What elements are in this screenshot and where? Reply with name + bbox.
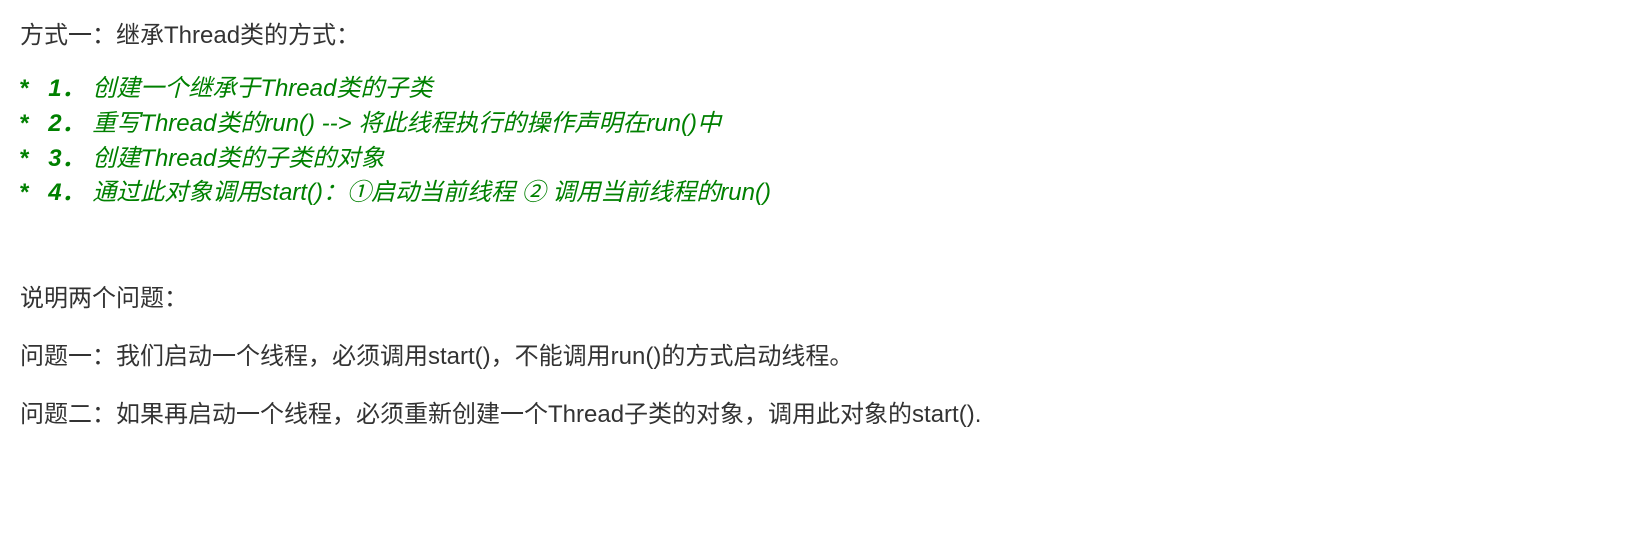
step-number: 4． xyxy=(48,179,85,206)
step-text: 创建一个继承于Thread类的子类 xyxy=(92,75,432,102)
step-star: * xyxy=(20,107,42,142)
step-4: * 4． 通过此对象调用start()：①启动当前线程 ② 调用当前线程的run… xyxy=(20,176,1614,211)
step-number: 1． xyxy=(48,75,85,102)
step-text: 通过此对象调用start()：①启动当前线程 ② 调用当前线程的run() xyxy=(92,179,771,206)
step-number: 2． xyxy=(48,110,85,137)
step-2: * 2． 重写Thread类的run() --> 将此线程执行的操作声明在run… xyxy=(20,107,1614,142)
step-text: 重写Thread类的run() --> 将此线程执行的操作声明在run()中 xyxy=(92,110,721,137)
step-text: 创建Thread类的子类的对象 xyxy=(92,145,384,172)
step-star: * xyxy=(20,72,42,107)
step-star: * xyxy=(20,176,42,211)
step-number: 3． xyxy=(48,145,85,172)
notes-title: 说明两个问题： xyxy=(20,281,1614,317)
step-3: * 3． 创建Thread类的子类的对象 xyxy=(20,142,1614,177)
note-q1: 问题一：我们启动一个线程，必须调用start()，不能调用run()的方式启动线… xyxy=(20,339,1614,375)
step-star: * xyxy=(20,142,42,177)
steps-block: * 1． 创建一个继承于Thread类的子类 * 2． 重写Thread类的ru… xyxy=(20,72,1614,211)
step-1: * 1． 创建一个继承于Thread类的子类 xyxy=(20,72,1614,107)
note-q2: 问题二：如果再启动一个线程，必须重新创建一个Thread子类的对象，调用此对象的… xyxy=(20,397,1614,433)
method-heading: 方式一：继承Thread类的方式： xyxy=(20,18,1614,54)
spacer xyxy=(20,211,1614,281)
